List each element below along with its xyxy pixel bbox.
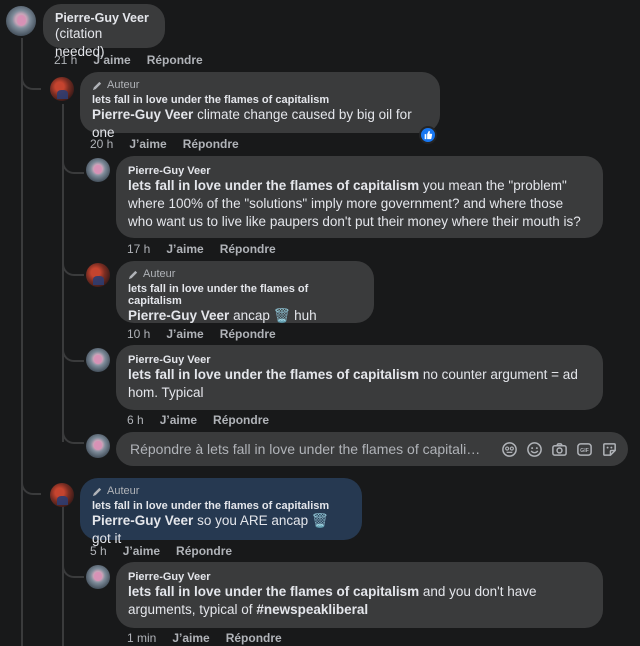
author-badge-label: Auteur — [143, 268, 176, 280]
commenter-name[interactable]: lets fall in love under the flames of ca… — [92, 94, 428, 106]
commenter-name[interactable]: Pierre-Guy Veer — [128, 165, 591, 177]
timestamp[interactable]: 1 min — [127, 631, 156, 645]
thread-elbow — [21, 440, 41, 495]
commenter-name[interactable]: Pierre-Guy Veer — [128, 571, 591, 583]
comment-bubble: Auteur lets fall in love under the flame… — [116, 261, 374, 323]
thread-elbow — [62, 270, 84, 362]
comment-meta: 21 h J’aime Répondre — [54, 53, 203, 67]
reply-tools: GIF — [501, 441, 618, 458]
avatar[interactable] — [6, 6, 36, 36]
avatar[interactable] — [86, 348, 110, 372]
avatar-sticker-icon[interactable] — [501, 441, 518, 458]
commenter-name[interactable]: Pierre-Guy Veer — [55, 11, 153, 25]
like-button[interactable]: J’aime — [123, 544, 160, 558]
author-badge-label: Auteur — [107, 79, 140, 91]
comment-bubble: Auteur lets fall in love under the flame… — [80, 72, 440, 140]
thread-line-main — [21, 38, 23, 646]
mention[interactable]: lets fall in love under the flames of ca… — [128, 178, 419, 193]
hashtag-link[interactable]: #newspeakliberal — [256, 602, 368, 617]
author-badge: Auteur — [92, 79, 428, 91]
mention[interactable]: lets fall in love under the flames of ca… — [128, 367, 419, 382]
gif-icon[interactable]: GIF — [576, 441, 593, 458]
avatar[interactable] — [50, 483, 74, 507]
comment-meta: 5 h J’aime Répondre — [90, 544, 232, 558]
timestamp[interactable]: 20 h — [90, 137, 113, 151]
reply-button[interactable]: Répondre — [220, 327, 276, 341]
reply-button[interactable]: Répondre — [147, 53, 203, 67]
like-button[interactable]: J’aime — [160, 413, 197, 427]
reply-button[interactable]: Répondre — [220, 242, 276, 256]
mention[interactable]: Pierre-Guy Veer — [92, 107, 193, 122]
comment-meta: 17 h J’aime Répondre — [127, 242, 276, 256]
avatar[interactable] — [50, 77, 74, 101]
pencil-icon — [128, 270, 138, 279]
comment-text: ancap 🗑️ huh — [229, 308, 317, 323]
avatar[interactable] — [86, 158, 110, 182]
reply-input[interactable] — [128, 440, 501, 458]
comment-bubble-highlighted: Auteur lets fall in love under the flame… — [80, 478, 362, 546]
timestamp[interactable]: 5 h — [90, 544, 107, 558]
timestamp[interactable]: 17 h — [127, 242, 150, 256]
thread-elbow — [62, 170, 84, 276]
like-button[interactable]: J’aime — [172, 631, 209, 645]
sticker-icon[interactable] — [601, 441, 618, 458]
reply-button[interactable]: Répondre — [213, 413, 269, 427]
reply-button[interactable]: Répondre — [226, 631, 282, 645]
author-badge-label: Auteur — [107, 485, 140, 497]
svg-text:GIF: GIF — [580, 447, 589, 453]
mention[interactable]: Pierre-Guy Veer — [92, 513, 193, 528]
comment-bubble: Pierre-Guy Veer lets fall in love under … — [116, 345, 603, 410]
reply-button[interactable]: Répondre — [183, 137, 239, 151]
avatar[interactable] — [86, 263, 110, 287]
timestamp[interactable]: 6 h — [127, 413, 144, 427]
comment-meta: 10 h J’aime Répondre — [127, 327, 276, 341]
like-button[interactable]: J’aime — [129, 137, 166, 151]
camera-icon[interactable] — [551, 441, 568, 458]
mention[interactable]: Pierre-Guy Veer — [128, 308, 229, 323]
commenter-name[interactable]: lets fall in love under the flames of ca… — [92, 500, 350, 512]
reply-button[interactable]: Répondre — [176, 544, 232, 558]
pencil-icon — [92, 81, 102, 90]
commenter-name[interactable]: Pierre-Guy Veer — [128, 354, 591, 366]
pencil-icon — [92, 487, 102, 496]
timestamp[interactable]: 21 h — [54, 53, 77, 67]
emoji-icon[interactable] — [526, 441, 543, 458]
comment-meta: 20 h J’aime Répondre — [90, 137, 239, 151]
comment-meta: 1 min J’aime Répondre — [127, 631, 282, 645]
reply-box: GIF — [116, 432, 628, 466]
like-reaction-icon[interactable] — [419, 126, 437, 144]
author-badge: Auteur — [92, 485, 350, 497]
timestamp[interactable]: 10 h — [127, 327, 150, 341]
like-button[interactable]: J’aime — [166, 242, 203, 256]
comment-bubble: Pierre-Guy Veer (citation needed) — [43, 4, 165, 59]
avatar[interactable] — [86, 565, 110, 589]
like-button[interactable]: J’aime — [93, 53, 130, 67]
author-badge: Auteur — [128, 268, 362, 280]
comment-meta: 6 h J’aime Répondre — [127, 413, 269, 427]
thread-elbow — [21, 40, 41, 90]
commenter-name[interactable]: lets fall in love under the flames of ca… — [128, 283, 362, 307]
comment-bubble: Pierre-Guy Veer lets fall in love under … — [116, 562, 603, 628]
current-user-avatar[interactable] — [86, 434, 110, 458]
like-button[interactable]: J’aime — [166, 327, 203, 341]
comment-bubble: Pierre-Guy Veer lets fall in love under … — [116, 156, 603, 238]
mention[interactable]: lets fall in love under the flames of ca… — [128, 584, 419, 599]
thread-elbow — [62, 356, 84, 444]
